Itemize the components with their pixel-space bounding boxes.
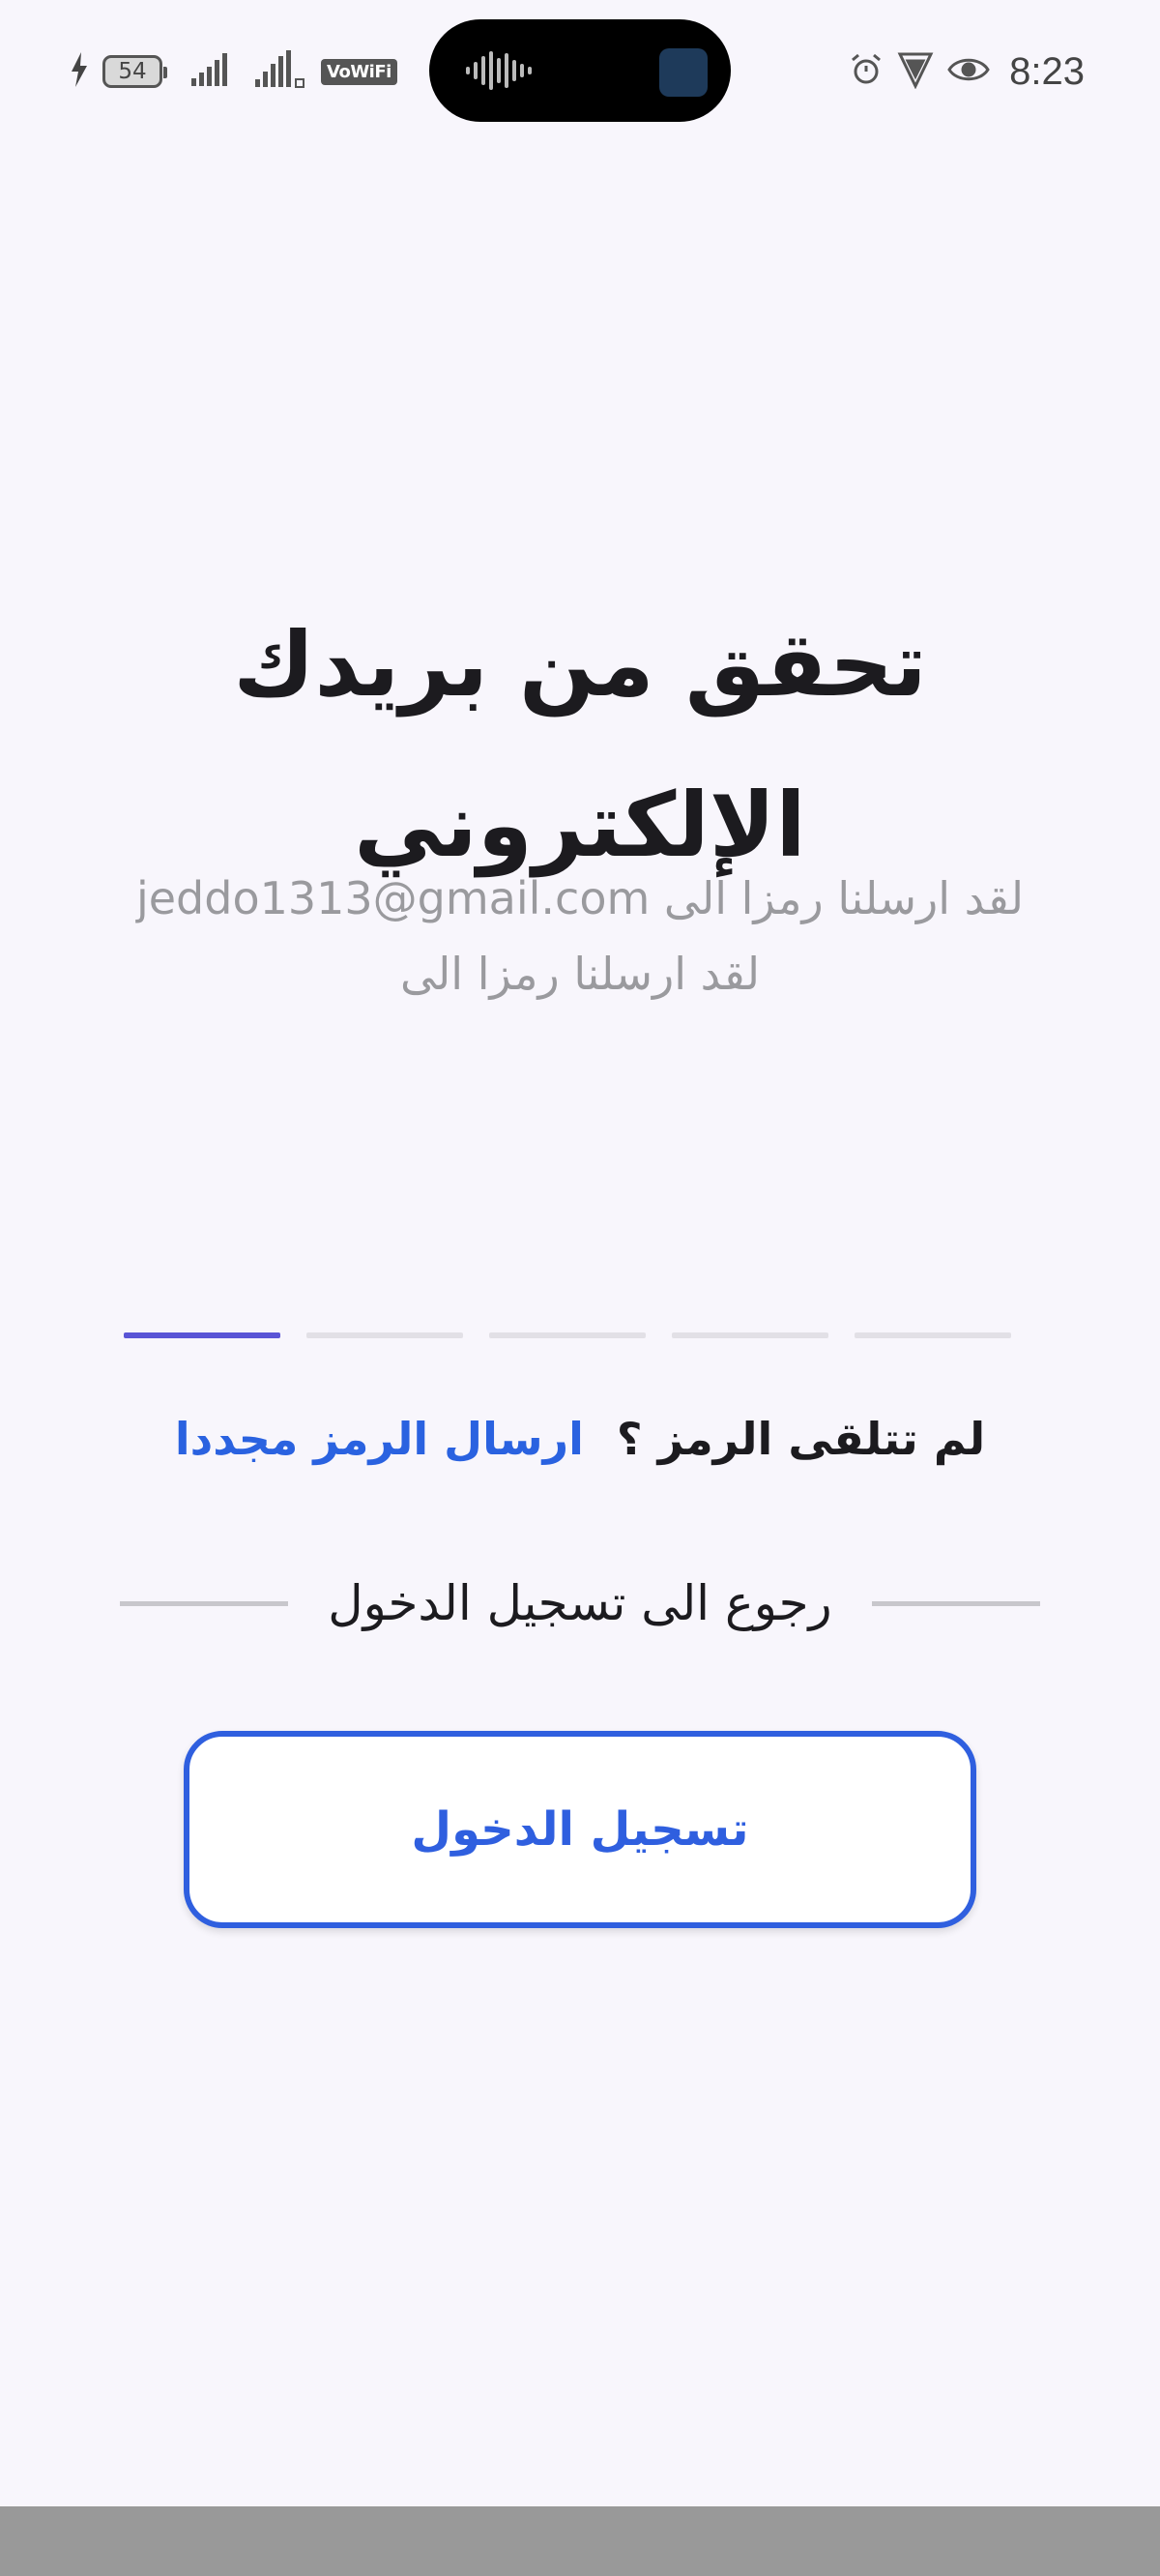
- otp-slot-4[interactable]: [672, 1332, 828, 1338]
- subtitle-line-2: لقد ارسلنا رمزا الى: [399, 948, 761, 1000]
- page-title: تحقق من بريدك الإلكتروني: [0, 585, 1160, 906]
- battery-level: 54: [118, 59, 147, 84]
- back-to-login-row: رجوع الى تسجيل الدخول: [120, 1565, 1040, 1642]
- resend-question: لم تتلقى الرمز ؟: [616, 1413, 986, 1465]
- title-line-1: تحقق من بريدك: [233, 613, 927, 717]
- divider-right: [872, 1600, 1040, 1606]
- otp-input[interactable]: [124, 1332, 1011, 1340]
- subtitle: لقد ارسلنا رمزا الى jeddo1313@gmail.com …: [77, 861, 1083, 1011]
- navigation-bar: [0, 2506, 1160, 2576]
- signal-icon: [255, 50, 309, 93]
- divider-left: [120, 1600, 288, 1606]
- status-bar: 54 VoWiFi 8:23: [0, 0, 1160, 145]
- battery-icon: 54: [102, 55, 167, 88]
- charging-icon: [70, 52, 89, 91]
- clock: 8:23: [1009, 49, 1085, 93]
- otp-slot-3[interactable]: [489, 1332, 646, 1338]
- otp-slot-1[interactable]: [124, 1332, 280, 1338]
- status-right-group: 8:23: [849, 43, 1085, 101]
- media-thumbnail: [659, 48, 708, 97]
- alarm-icon: [849, 52, 884, 91]
- subtitle-line-1: لقد ارسلنا رمزا الى jeddo1313@gmail.com: [135, 872, 1025, 924]
- status-left-group: 54 VoWiFi: [70, 50, 397, 93]
- eye-icon: [947, 54, 990, 89]
- resend-code-link[interactable]: ارسال الرمز مجددا: [175, 1413, 584, 1465]
- otp-slot-5[interactable]: [855, 1332, 1011, 1338]
- login-button[interactable]: تسجيل الدخول: [184, 1731, 976, 1928]
- audio-wave-icon: [464, 48, 541, 97]
- signal-icon: [191, 53, 230, 90]
- otp-slot-2[interactable]: [306, 1332, 463, 1338]
- resend-row: لم تتلقى الرمز ؟ ارسال الرمز مجددا: [0, 1400, 1160, 1478]
- dynamic-island: [429, 19, 731, 122]
- vpn-shield-icon: [897, 50, 934, 93]
- vowifi-icon: VoWiFi: [321, 58, 397, 85]
- back-to-login-text[interactable]: رجوع الى تسجيل الدخول: [288, 1575, 872, 1631]
